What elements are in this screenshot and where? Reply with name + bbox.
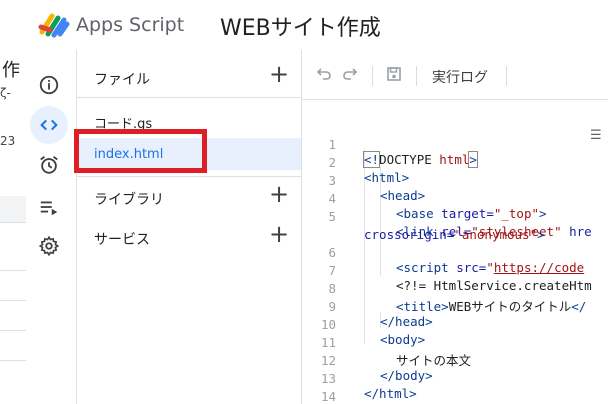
alarm-icon xyxy=(40,156,58,174)
code-line: 6 <script src="https://code xyxy=(302,230,608,275)
libraries-label: ライブラリ xyxy=(94,192,164,208)
app-name: Apps Script xyxy=(76,14,185,36)
rail-editor[interactable] xyxy=(30,106,68,144)
code-line: 12 </body> xyxy=(302,338,608,383)
background-sheet-fragment: 作 ζ- 23 xyxy=(0,50,26,404)
toolbar-separator xyxy=(416,66,417,86)
code-line-wrapped: crossorigin="anonymous"> xyxy=(302,212,608,242)
background-divider xyxy=(0,330,26,331)
nav-rail xyxy=(26,50,76,404)
gear-icon xyxy=(38,235,60,257)
rail-executions[interactable] xyxy=(30,188,68,226)
app-header: Apps Script WEBサイト作成 xyxy=(0,0,608,50)
services-section-header: サービス + xyxy=(77,216,301,256)
code-line: 2 <html> xyxy=(302,140,608,185)
add-service-plus-icon[interactable]: + xyxy=(269,222,289,246)
info-icon xyxy=(39,75,59,95)
list-play-icon xyxy=(40,201,58,216)
background-divider xyxy=(0,270,26,271)
apps-script-logo[interactable] xyxy=(38,10,70,38)
code-editor: 実行ログ 1 <!DOCTYPE html> 2 <html> 3 <head>… xyxy=(302,50,608,404)
add-library-plus-icon[interactable]: + xyxy=(269,182,289,206)
rail-triggers[interactable] xyxy=(30,146,68,184)
background-fragment-icon: ☰ xyxy=(590,128,602,143)
highlight-annotation-box xyxy=(74,129,207,173)
background-divider xyxy=(0,300,26,301)
background-divider xyxy=(0,360,26,361)
background-band xyxy=(0,196,26,222)
code-icon xyxy=(40,119,58,131)
redo-icon[interactable] xyxy=(342,66,358,82)
code-line: 4 <base target="_top"> xyxy=(302,176,608,221)
services-label: サービス xyxy=(94,232,150,248)
code-line: 11 サイトの本文 xyxy=(302,320,608,368)
code-line: 13 </html> xyxy=(302,356,608,401)
files-label: ファイル xyxy=(94,72,150,88)
code-line: 8 <title>WEBサイトのタイトル</ xyxy=(302,266,608,314)
execution-log-button[interactable]: 実行ログ xyxy=(432,67,488,87)
files-panel: ファイル + コード.gs index.html ライブラリ + サービス + xyxy=(76,50,302,404)
files-section-header: ファイル + xyxy=(77,56,301,96)
code-line: 7 <?!= HtmlService.createHtm xyxy=(302,248,608,293)
background-divider xyxy=(0,222,26,223)
background-text: ζ- xyxy=(0,86,11,100)
divider xyxy=(77,97,301,98)
toolbar-separator xyxy=(506,66,507,86)
editor-toolbar: 実行ログ xyxy=(302,50,608,100)
save-icon[interactable] xyxy=(386,66,402,82)
code-line: 1 <!DOCTYPE html> xyxy=(302,122,608,168)
project-title[interactable]: WEBサイト作成 xyxy=(220,10,381,42)
toolbar-separator xyxy=(372,66,373,86)
code-line: 5 <link rel="stylesheet" hre xyxy=(302,194,608,239)
add-file-plus-icon[interactable]: + xyxy=(269,62,289,86)
background-text: 作 xyxy=(2,60,20,81)
code-line: 9 </head> xyxy=(302,284,608,329)
rail-overview[interactable] xyxy=(30,66,68,104)
rail-settings[interactable] xyxy=(30,227,68,265)
line-number: 14 xyxy=(320,389,336,404)
libraries-section-header: ライブラリ + xyxy=(77,176,301,216)
background-text: 23 xyxy=(0,134,16,148)
code-line: 3 <head> xyxy=(302,158,608,203)
undo-icon[interactable] xyxy=(316,66,332,82)
code-line: 14 xyxy=(302,374,608,404)
code-line: 10 <body> xyxy=(302,302,608,347)
